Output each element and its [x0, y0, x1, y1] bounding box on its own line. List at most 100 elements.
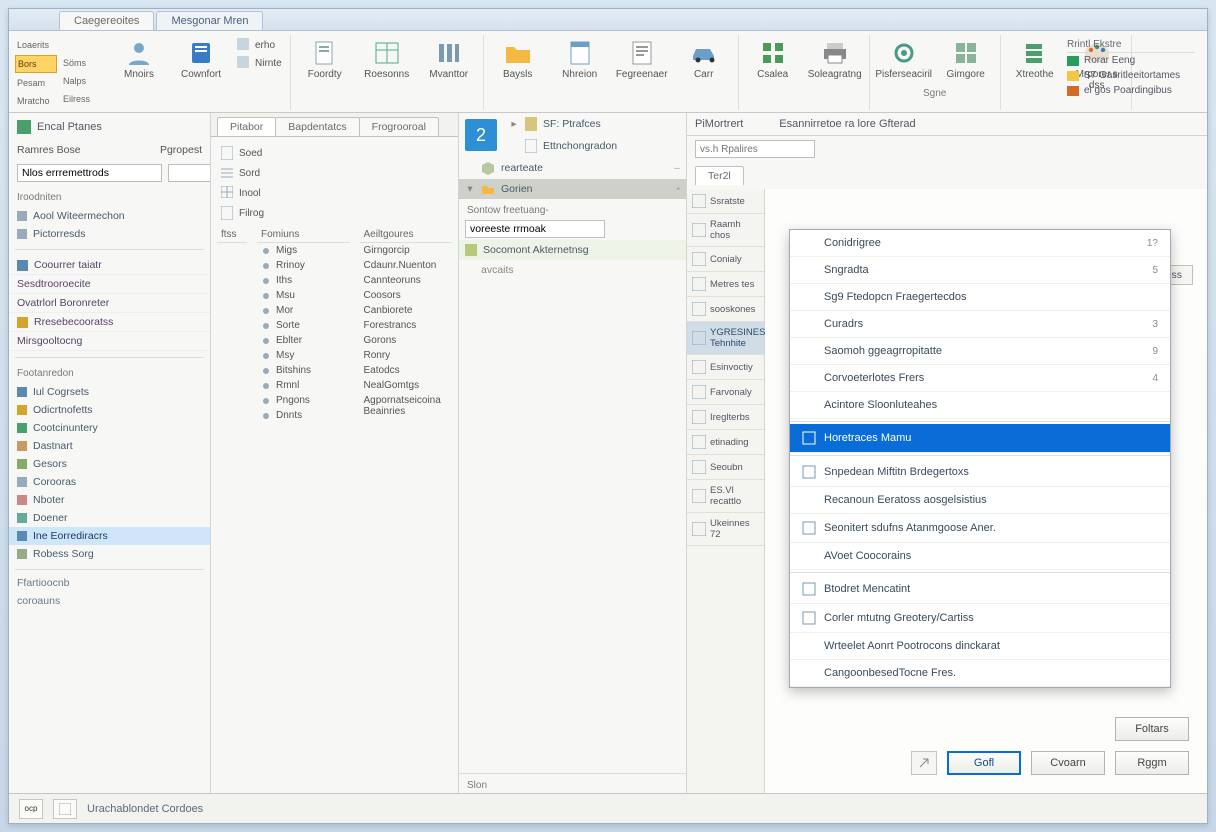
c3-4[interactable]: Canbiorete	[360, 303, 453, 318]
c3-5[interactable]: Forestrancs	[360, 318, 453, 333]
menu-item-9[interactable]: Recanoun Eeratoss aosgelsistius	[790, 487, 1170, 514]
g3-item-3[interactable]: Dastnart	[9, 437, 210, 455]
right-panel-row-1[interactable]: S7 Gasritleeitortames	[1067, 68, 1195, 83]
tree-hl[interactable]: Socomont Akternetnsg	[459, 240, 686, 260]
tree-r2[interactable]: rearteate–	[459, 157, 686, 179]
menu-item-11[interactable]: AVoet Coocorains	[790, 543, 1170, 570]
subtab-0[interactable]: Pitabor	[217, 117, 276, 136]
g3-item-2[interactable]: Cootcinuntery	[9, 419, 210, 437]
mid-input[interactable]	[465, 220, 605, 238]
rib-small-erho[interactable]: erho	[235, 37, 284, 53]
footer-0[interactable]: Ffartioocnb	[9, 574, 210, 592]
tree-hl-sub[interactable]: avcaits	[459, 260, 686, 280]
cmd-sord[interactable]: Sord	[219, 165, 266, 181]
c3-9[interactable]: NealGomtgs	[360, 378, 453, 393]
cancel-button[interactable]: Cvoarn	[1031, 751, 1105, 775]
c3-0[interactable]: Girngorcip	[360, 243, 453, 258]
footer-1[interactable]: coroauns	[9, 592, 210, 610]
menu-item-13[interactable]: Corler mtutng Greotery/Cartiss	[790, 604, 1170, 633]
rib-mnoirs[interactable]: Mnoirs	[111, 37, 167, 82]
vtab-11[interactable]: ES.Vl recattlo	[687, 480, 764, 513]
c3-3[interactable]: Coosors	[360, 288, 453, 303]
g3-item-7[interactable]: Doener	[9, 509, 210, 527]
rib-baysls[interactable]: Baysls	[490, 37, 546, 82]
c3-2[interactable]: Cannteoruns	[360, 273, 453, 288]
ok-button[interactable]: Gofl	[947, 751, 1021, 775]
title-tab-2[interactable]: Mesgonar Mren	[156, 11, 263, 30]
menu-item-1[interactable]: Sngradta5	[790, 257, 1170, 284]
menu-item-0[interactable]: Conidrigree1?	[790, 230, 1170, 257]
right-tab[interactable]: Ter2l	[695, 166, 744, 185]
vtab-8[interactable]: Ireglterbs	[687, 405, 764, 430]
g2-3[interactable]: Rresebecooratss	[9, 313, 210, 332]
status-btn-1[interactable]: ocp	[19, 799, 43, 819]
c2-9[interactable]: Rmnl	[257, 378, 350, 393]
subtab-2[interactable]: Frogrooroal	[359, 117, 439, 136]
cmd-filrog[interactable]: Filrog	[219, 205, 266, 221]
menu-item-14[interactable]: Wrteelet Aonrt Pootrocons dinckarat	[790, 633, 1170, 660]
vtab-4[interactable]: sooskones	[687, 297, 764, 322]
g1-item-1[interactable]: Pictorresds	[9, 225, 210, 243]
vtab-12[interactable]: Ukeinnes 72	[687, 513, 764, 546]
rib-fegreenaer[interactable]: Fegreenaer	[614, 37, 670, 82]
left-input-2[interactable]	[168, 164, 211, 182]
rib-carr[interactable]: Carr	[676, 37, 732, 82]
menu-item-10[interactable]: Seonitert sdufns Atanmgoose Aner.	[790, 514, 1170, 543]
c2-6[interactable]: Eblter	[257, 333, 350, 348]
c3-6[interactable]: Gorons	[360, 333, 453, 348]
vtab-0[interactable]: Ssratste	[687, 189, 764, 214]
c3-10[interactable]: Agpornatseicoina Beainries	[360, 393, 453, 419]
vtab-7[interactable]: Farvonaly	[687, 380, 764, 405]
c3-7[interactable]: Ronry	[360, 348, 453, 363]
c2-2[interactable]: Iths	[257, 273, 350, 288]
tree-r1[interactable]: Ettnchongradon	[503, 135, 686, 157]
menu-item-15[interactable]: CangoonbesedTocne Fres.	[790, 660, 1170, 687]
gutter2-1[interactable]: Söms	[61, 55, 103, 71]
gutter-1[interactable]: Bors	[15, 55, 57, 73]
vtab-3[interactable]: Metres tes	[687, 272, 764, 297]
rib-foordty[interactable]: Foordty	[297, 37, 353, 82]
rib-cownfort[interactable]: Cownfort	[173, 37, 229, 82]
g3-item-0[interactable]: Iul Cogrsets	[9, 383, 210, 401]
dlg-icon-button[interactable]	[911, 751, 937, 775]
c2-4[interactable]: Mor	[257, 303, 350, 318]
c2-0[interactable]: Migs	[257, 243, 350, 258]
g2-2[interactable]: Ovatrlorl Boronreter	[9, 294, 210, 313]
g2-4[interactable]: Mirsgooltocng	[9, 332, 210, 351]
vtab-6[interactable]: Esinvoctiy	[687, 355, 764, 380]
g1-item-0[interactable]: Aool Witeermechon	[9, 207, 210, 225]
menu-item-7[interactable]: Horetraces Mamu	[790, 424, 1170, 453]
menu-item-4[interactable]: Saomoh ggeagrropitatte9	[790, 338, 1170, 365]
gutter-3[interactable]: Mratcho	[15, 93, 57, 109]
c2-7[interactable]: Msy	[257, 348, 350, 363]
rib-pisferseaciril[interactable]: Pisferseaciril	[876, 37, 932, 82]
menu-item-3[interactable]: Curadrs3	[790, 311, 1170, 338]
apply-button[interactable]: Rggm	[1115, 751, 1189, 775]
c2-8[interactable]: Bitshins	[257, 363, 350, 378]
g3-item-6[interactable]: Nboter	[9, 491, 210, 509]
right-panel-row-0[interactable]: Rorar Eeng	[1067, 53, 1195, 68]
c3-1[interactable]: Cdaunr.Nuenton	[360, 258, 453, 273]
c2-1[interactable]: Rrinoy	[257, 258, 350, 273]
vtab-2[interactable]: Conialy	[687, 247, 764, 272]
right-search[interactable]: vs.h Rpalires	[695, 140, 815, 158]
rib-csalea[interactable]: Csalea	[745, 37, 801, 82]
g3-item-5[interactable]: Corooras	[9, 473, 210, 491]
gutter2-2[interactable]: Nalps	[61, 73, 103, 89]
extra-button[interactable]: Foltars	[1115, 717, 1189, 741]
g3-item-8[interactable]: Ine Eorrediracrs	[9, 527, 210, 545]
vtab-10[interactable]: Seoubn	[687, 455, 764, 480]
c2-10[interactable]: Pngons	[257, 393, 350, 408]
c2-5[interactable]: Sorte	[257, 318, 350, 333]
left-input[interactable]	[17, 164, 162, 182]
rib-nhreion[interactable]: Nhreion	[552, 37, 608, 82]
c2-11[interactable]: Dnnts	[257, 408, 350, 423]
menu-item-8[interactable]: Snpedean Miftitn Brdegertoxs	[790, 458, 1170, 487]
g3-item-4[interactable]: Gesors	[9, 455, 210, 473]
title-tab-1[interactable]: Caegereoites	[59, 11, 154, 30]
vtab-1[interactable]: Raamh chos	[687, 214, 764, 247]
rib-soleagratng[interactable]: Soleagratng	[807, 37, 863, 82]
status-btn-2[interactable]	[53, 799, 77, 819]
subtab-1[interactable]: Bapdentatcs	[275, 117, 359, 136]
rib-roesonns[interactable]: Roesonns	[359, 37, 415, 82]
